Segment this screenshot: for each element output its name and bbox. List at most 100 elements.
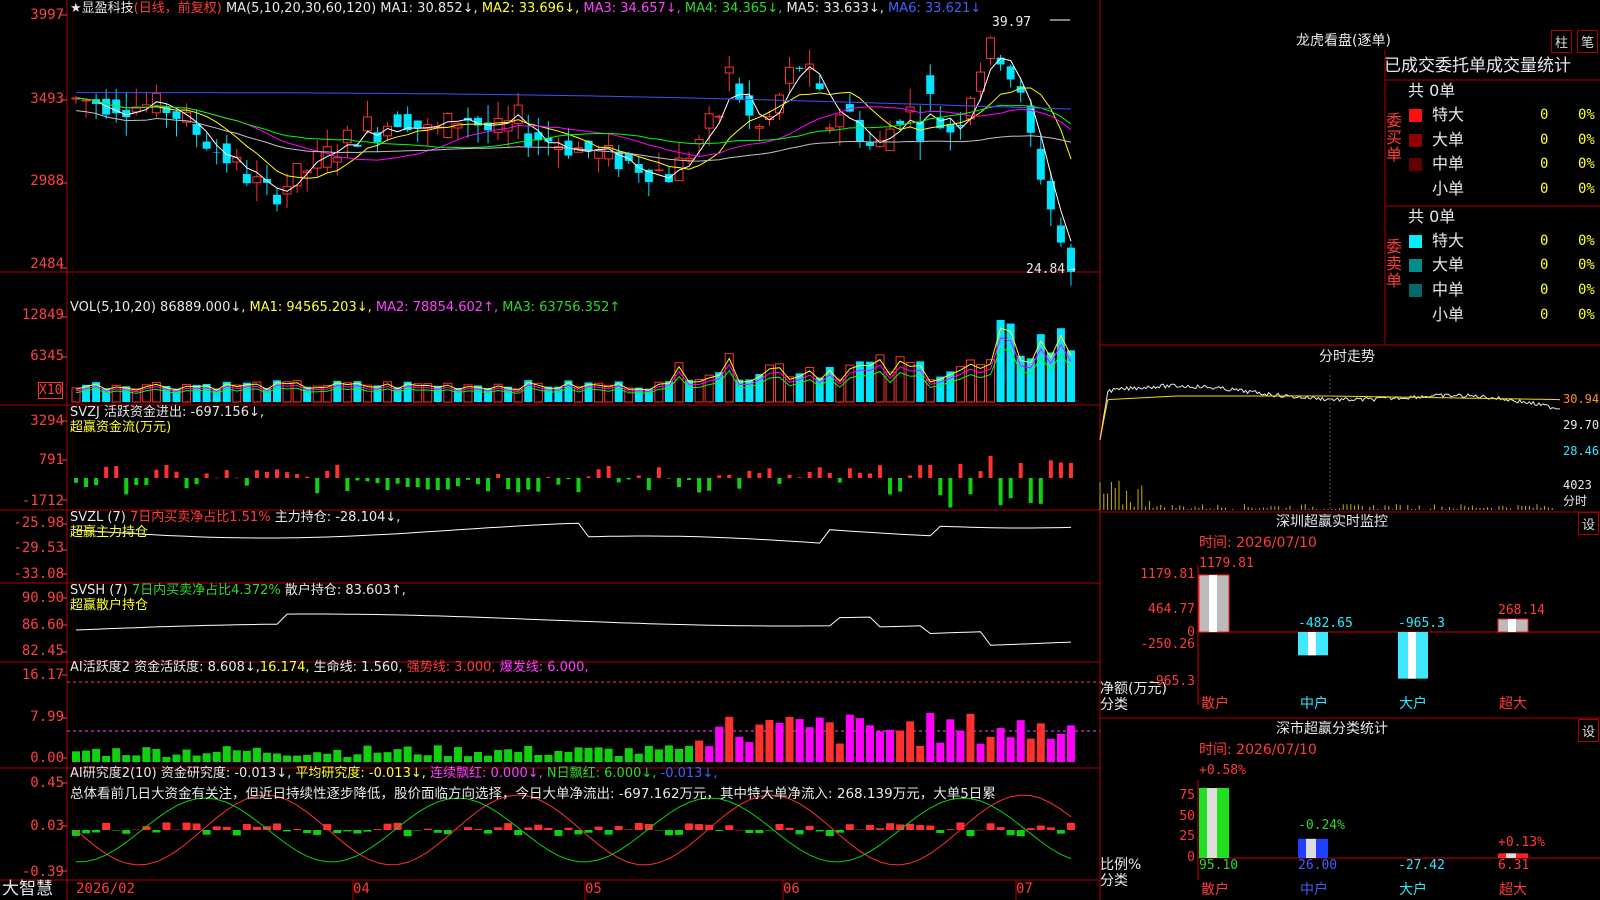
- ai2-ytick: 16.17: [21, 667, 64, 683]
- monitor-settings-button[interactable]: 设: [1578, 512, 1600, 535]
- activity-bar: [383, 752, 392, 762]
- activity-bar: [534, 754, 543, 762]
- sell-legend-swatch: [1409, 235, 1422, 248]
- activity-bar: [353, 754, 362, 762]
- flow-bar: [978, 471, 983, 478]
- activity-bar: [222, 746, 231, 762]
- buy-row-pct: 0%: [1578, 132, 1595, 148]
- kline-ytick: 3493: [30, 91, 64, 107]
- activity-bar: [474, 751, 482, 762]
- fenshi-ytick: 29.70: [1563, 418, 1600, 432]
- vol-bar: [1006, 323, 1015, 402]
- activity-bar: [675, 748, 683, 762]
- activity-bar: [906, 721, 915, 762]
- research-bar: [675, 830, 683, 835]
- classify-settings-button[interactable]: 设: [1578, 719, 1600, 742]
- vol-header: VOL(5,10,20) 86889.000↓, MA1: 94565.203↓…: [70, 300, 620, 315]
- research-bar: [634, 822, 643, 830]
- svzl-line2: 超赢主力持仓: [70, 525, 149, 540]
- svzl-ratio: 7日内买卖净占比1.51%: [129, 510, 271, 525]
- candle-down: [222, 143, 231, 164]
- vol-bar: [775, 363, 784, 403]
- research-bar: [735, 829, 744, 831]
- ma-title: MA(5,10,20,30,60,120): [225, 1, 377, 16]
- research-bar: [775, 823, 784, 830]
- monitor-bar-highlight: [1209, 575, 1217, 632]
- vol-bar: [724, 353, 734, 403]
- research-bar: [162, 822, 171, 830]
- flow-bar: [787, 474, 792, 478]
- research-bar: [474, 829, 482, 830]
- activity-bar: [232, 750, 241, 762]
- flow-bar: [938, 478, 943, 496]
- flow-bar: [546, 476, 551, 478]
- buy-legend-swatch: [1409, 134, 1422, 147]
- buy-row-pct: 0%: [1578, 156, 1595, 172]
- candle-down: [745, 95, 754, 116]
- flow-bar: [1068, 462, 1073, 478]
- vol-bar: [835, 378, 845, 403]
- flow-bar: [1048, 460, 1053, 478]
- activity-bar: [574, 747, 583, 762]
- flow-bar: [104, 466, 109, 478]
- candle-up: [443, 112, 453, 138]
- activity-bar: [1006, 737, 1015, 762]
- app-logo: 大智慧: [2, 879, 53, 899]
- main-chart-canvas: [0, 0, 1600, 900]
- svsh-line2: 超赢散户持仓: [70, 598, 149, 613]
- vol-bar: [895, 356, 905, 403]
- research-bar: [564, 827, 573, 830]
- activity-bar: [393, 749, 402, 762]
- classify-time: 时间: 2026/07/10: [1199, 742, 1317, 758]
- flow-bar: [506, 478, 511, 490]
- vol-bar: [885, 371, 895, 403]
- activity-bar: [82, 750, 91, 762]
- ma6-line: [76, 92, 1072, 110]
- candle-up: [835, 114, 845, 128]
- flow-bar: [556, 478, 561, 485]
- vol-bar: [273, 380, 281, 402]
- sell-row-pct: 0%: [1578, 233, 1595, 249]
- research-bar: [715, 830, 724, 831]
- classify-value-label: 6.31: [1498, 858, 1530, 873]
- activity-bar: [624, 748, 633, 762]
- flow-bar: [465, 478, 470, 480]
- activity-bar: [252, 747, 261, 762]
- tick-view-button[interactable]: 笔: [1577, 30, 1599, 53]
- svzj-ytick: 3294: [30, 413, 64, 429]
- activity-bar: [916, 745, 925, 762]
- svzj-line1: SVZJ 活跃资金进出: -697.156↓,: [70, 405, 265, 420]
- sell-row-name: 特大: [1432, 231, 1465, 250]
- research-bar: [986, 823, 995, 830]
- activity-bar: [453, 747, 462, 762]
- column-view-button[interactable]: 柱: [1551, 30, 1573, 53]
- svzl-ytick: -33.08: [13, 566, 64, 582]
- classify-value-label: -27.42: [1398, 858, 1445, 873]
- flow-bar: [878, 465, 882, 478]
- stock-name[interactable]: 显盈科技: [82, 1, 134, 16]
- activity-bar: [795, 719, 804, 762]
- research-bar: [293, 828, 302, 830]
- vol-ma3: MA3: 63756.352↑: [502, 300, 621, 315]
- classify-bar-highlight: [1207, 788, 1217, 858]
- activity-bar: [594, 747, 603, 762]
- flow-bar: [646, 478, 651, 491]
- monitor-category: 散户: [1201, 696, 1229, 712]
- candle-up: [825, 127, 835, 130]
- monitor-category: 中户: [1300, 696, 1328, 712]
- activity-bar: [494, 750, 503, 762]
- flow-bar: [757, 473, 762, 478]
- candle-down: [202, 141, 211, 149]
- flow-bar: [1038, 478, 1043, 504]
- ai2-burst: 爆发线: 6.000,: [499, 660, 589, 675]
- lhb-header: 已成交委托单成交量统计: [1384, 56, 1571, 76]
- ai3-ytick: 0.45: [30, 775, 64, 791]
- candle-up: [986, 37, 996, 60]
- research-bar: [654, 830, 663, 831]
- fenshi-title[interactable]: 分时走势: [1319, 350, 1375, 365]
- svzl-header: SVZL (7) 7日内买卖净占比1.51% 主力持仓: -28.104↓,: [70, 510, 400, 525]
- flow-bar: [84, 478, 89, 488]
- research-bar: [353, 830, 362, 834]
- activity-bar: [192, 755, 201, 762]
- activity-bar: [112, 748, 121, 762]
